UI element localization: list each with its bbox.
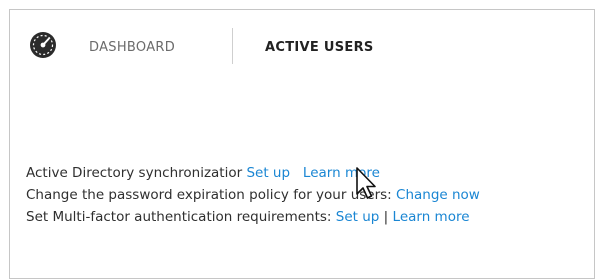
admin-panel: DASHBOARD ACTIVE USERS Active Directory … bbox=[9, 9, 595, 279]
tab-active-users[interactable]: ACTIVE USERS bbox=[265, 40, 374, 55]
mfa-learn-more-link[interactable]: Learn more bbox=[393, 209, 470, 225]
ad-sync-learn-more-link[interactable]: Learn more bbox=[303, 165, 380, 181]
speedometer-icon[interactable] bbox=[29, 31, 57, 59]
ad-sync-setup-link[interactable]: Set up bbox=[246, 165, 290, 181]
ad-sync-row: Active Directory synchronizatior Set up … bbox=[26, 162, 480, 184]
password-policy-label: Change the password expiration policy fo… bbox=[26, 187, 397, 203]
mfa-row: Set Multi-factor authentication requirem… bbox=[26, 206, 480, 228]
header-tabs: DASHBOARD ACTIVE USERS bbox=[10, 10, 594, 90]
settings-list: Active Directory synchronizatior Set up … bbox=[26, 162, 480, 228]
tab-divider bbox=[232, 28, 233, 64]
tab-dashboard[interactable]: DASHBOARD bbox=[89, 40, 175, 55]
mfa-label: Set Multi-factor authentication requirem… bbox=[26, 209, 336, 225]
password-policy-row: Change the password expiration policy fo… bbox=[26, 184, 480, 206]
ad-sync-label: Active Directory synchronizatior bbox=[26, 165, 247, 181]
change-now-link[interactable]: Change now bbox=[396, 187, 480, 203]
mfa-setup-link[interactable]: Set up bbox=[336, 209, 380, 225]
